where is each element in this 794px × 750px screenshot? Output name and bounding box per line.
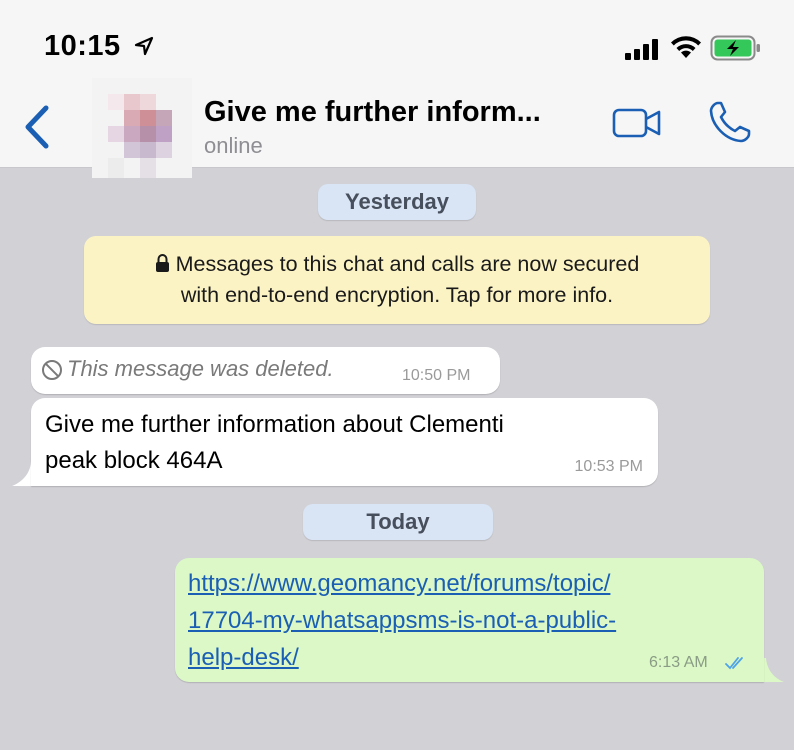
incoming-message-line: peak block 464A [45,447,223,474]
chat-title[interactable]: Give me further inform... [204,96,541,129]
date-separator-yesterday: Yesterday [318,184,476,220]
deleted-message-bubble[interactable]: This message was deleted. 10:50 PM [31,347,500,394]
message-link-line[interactable]: help-desk/ [188,639,616,676]
message-link-line[interactable]: 17704-my-whatsappsms-is-not-a-public- [188,602,616,639]
back-chevron-icon[interactable] [20,104,54,150]
message-link-line[interactable]: https://www.geomancy.net/forums/topic/ [188,565,616,602]
date-separator-today: Today [303,504,493,540]
signal-icon [625,39,658,60]
encryption-notice-line2: with end-to-end encryption. Tap for more… [180,283,614,307]
message-time: 10:50 PM [402,367,471,384]
incoming-message-text: Give me further information about Clemen… [45,407,504,479]
double-check-icon [725,657,743,670]
outgoing-message-bubble[interactable]: https://www.geomancy.net/forums/topic/ 1… [175,558,764,682]
deleted-message-text: This message was deleted. [67,356,334,381]
encryption-notice[interactable]: Messages to this chat and calls are now … [84,236,710,324]
battery-charging-icon [710,35,760,61]
phone-call-icon[interactable] [708,100,752,144]
message-time: 10:53 PM [574,458,643,475]
deleted-ban-icon [42,360,62,380]
message-time: 6:13 AM [649,654,708,671]
lock-icon [155,254,169,272]
encryption-notice-line1: Messages to this chat and calls are now … [175,252,640,276]
wifi-icon [671,36,701,58]
message-link[interactable]: https://www.geomancy.net/forums/topic/ 1… [188,565,616,676]
chat-status: online [204,133,263,158]
incoming-message-bubble[interactable]: Give me further information about Clemen… [31,398,658,486]
incoming-message-line: Give me further information about Clemen… [45,411,504,438]
avatar[interactable] [92,78,192,178]
video-call-icon[interactable] [612,105,662,141]
location-arrow-icon [134,36,154,56]
top-bar: 10:15 Give me further inform... online [0,0,794,178]
status-time: 10:15 [44,30,121,62]
